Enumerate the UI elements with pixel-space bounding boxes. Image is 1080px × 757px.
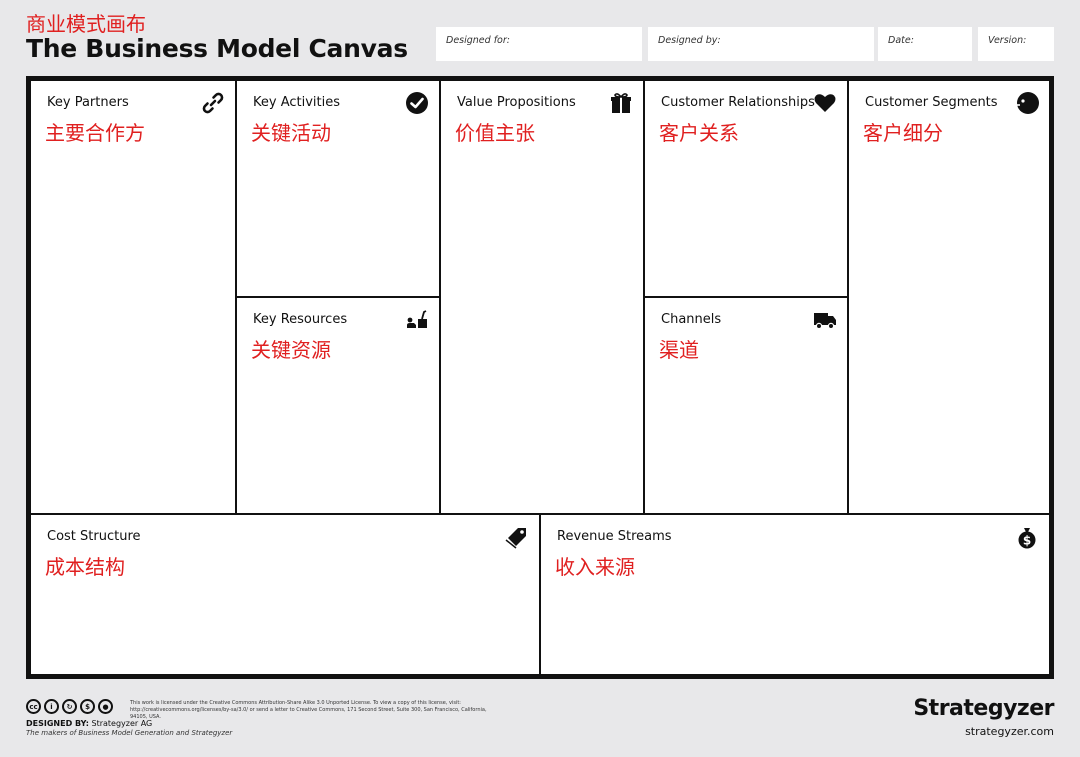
cell-cn-label: 成本结构 bbox=[45, 555, 125, 579]
license-text: This work is licensed under the Creative… bbox=[130, 700, 487, 720]
cell-cn-label: 主要合作方 bbox=[45, 121, 145, 145]
designed-by-label: DESIGNED BY: bbox=[26, 719, 89, 728]
designed-for-field[interactable]: Designed for: bbox=[436, 27, 642, 61]
date-field[interactable]: Date: bbox=[878, 27, 972, 61]
person-icon: ● bbox=[98, 699, 113, 714]
cell-label: Key Activities bbox=[253, 95, 341, 110]
cell-cn-label: 客户细分 bbox=[863, 121, 943, 145]
cell-key-resources[interactable]: Key Resources 关键资源 bbox=[235, 296, 441, 515]
check-icon bbox=[406, 92, 428, 114]
cell-cost-structure[interactable]: Cost Structure 成本结构 bbox=[29, 513, 541, 676]
makers-tagline: The makers of Business Model Generation … bbox=[26, 729, 233, 737]
cell-customer-segments[interactable]: Customer Segments 客户细分 bbox=[847, 79, 1051, 515]
cell-key-partners[interactable]: Key Partners 主要合作方 bbox=[29, 79, 237, 515]
tag-icon bbox=[505, 528, 526, 549]
cell-customer-relationships[interactable]: Customer Relationships 客户关系 bbox=[643, 79, 849, 298]
cell-label: Key Resources bbox=[253, 312, 348, 327]
cell-revenue-streams[interactable]: Revenue Streams 收入来源 $ bbox=[539, 513, 1051, 676]
business-model-canvas: Key Partners 主要合作方 Key Activities 关键活动 K… bbox=[26, 76, 1054, 679]
heart-icon bbox=[814, 94, 836, 112]
non-commercial-icon: $ bbox=[80, 699, 95, 714]
designed-by-credit: DESIGNED BY: Strategyzer AG bbox=[26, 719, 152, 728]
money-bag-icon: $ bbox=[1018, 528, 1036, 549]
cell-label: Revenue Streams bbox=[557, 529, 672, 544]
cell-label: Value Propositions bbox=[457, 95, 576, 110]
cc-icon: cc bbox=[26, 699, 41, 714]
cell-cn-label: 渠道 bbox=[659, 338, 699, 362]
page-title: The Business Model Canvas bbox=[26, 34, 408, 63]
cell-cn-label: 客户关系 bbox=[659, 121, 739, 145]
chinese-title: 商业模式画布 bbox=[26, 12, 146, 36]
cell-cn-label: 价值主张 bbox=[455, 121, 535, 145]
cell-cn-label: 关键活动 bbox=[251, 121, 331, 145]
cell-value-propositions[interactable]: Value Propositions 价值主张 bbox=[439, 79, 645, 515]
worker-icon bbox=[407, 310, 427, 328]
link-icon bbox=[202, 92, 224, 114]
cell-cn-label: 收入来源 bbox=[555, 555, 635, 579]
cell-label: Customer Segments bbox=[865, 95, 998, 110]
cell-label: Cost Structure bbox=[47, 529, 141, 544]
creative-commons-icons: cc i ↻ $ ● bbox=[26, 699, 113, 714]
strategyzer-logo: Strategyzer bbox=[913, 696, 1054, 721]
attribution-icon: i bbox=[44, 699, 59, 714]
cell-channels[interactable]: Channels 渠道 bbox=[643, 296, 849, 515]
cell-cn-label: 关键资源 bbox=[251, 338, 331, 362]
gift-icon bbox=[611, 93, 631, 113]
cell-label: Key Partners bbox=[47, 95, 129, 110]
cell-key-activities[interactable]: Key Activities 关键活动 bbox=[235, 79, 441, 298]
designed-by-field[interactable]: Designed by: bbox=[648, 27, 874, 61]
svg-text:$: $ bbox=[1023, 534, 1031, 548]
brand-url[interactable]: strategyzer.com bbox=[965, 725, 1054, 738]
person-head-icon bbox=[1017, 92, 1039, 114]
truck-icon bbox=[814, 313, 836, 330]
version-field[interactable]: Version: bbox=[978, 27, 1054, 61]
cell-label: Channels bbox=[661, 312, 722, 327]
cell-label: Customer Relationships bbox=[661, 95, 815, 110]
share-alike-icon: ↻ bbox=[62, 699, 77, 714]
designed-by-value: Strategyzer AG bbox=[88, 719, 153, 728]
